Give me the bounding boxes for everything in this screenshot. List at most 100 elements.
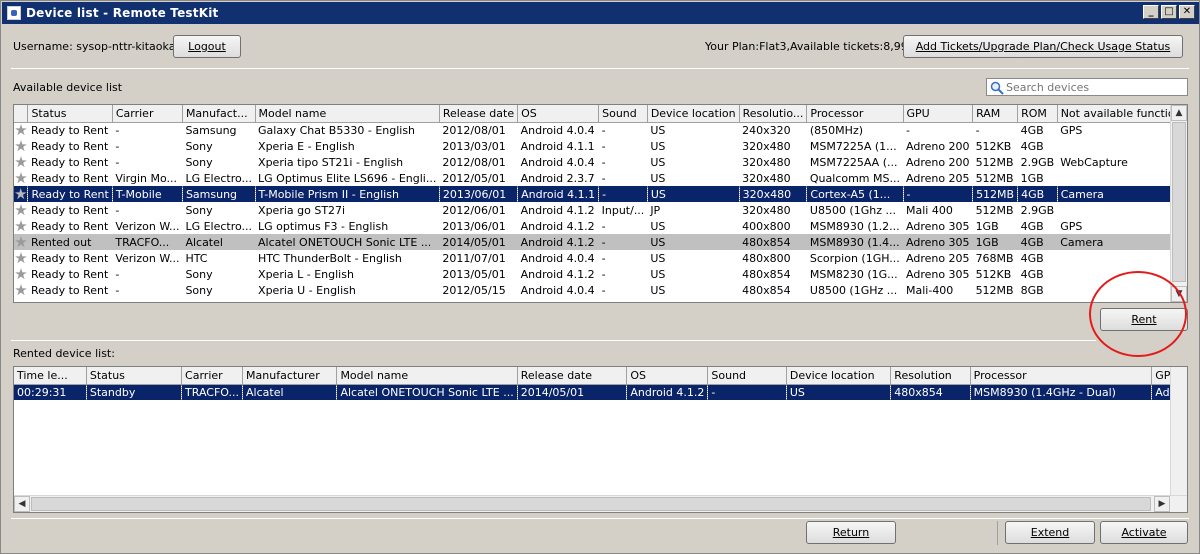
table-cell: Mali-400 xyxy=(906,283,954,297)
scroll-thumb[interactable] xyxy=(1172,122,1186,282)
available-column-header[interactable]: Sound xyxy=(598,105,648,123)
logout-button[interactable]: Logout xyxy=(173,35,241,58)
return-button[interactable]: Return xyxy=(806,521,896,544)
device-row[interactable]: ★ Ready to Rent - Samsung Galaxy Chat B5330 … xyxy=(14,122,1187,138)
extend-button[interactable]: Extend xyxy=(1005,521,1095,544)
favorite-star-icon[interactable]: ★ xyxy=(14,234,28,250)
highlight-circle xyxy=(1089,271,1187,357)
table-cell: Samsung xyxy=(185,123,237,137)
table-cell: JP xyxy=(650,203,661,217)
table-cell: (850MHz) xyxy=(809,123,864,137)
add-tickets-label: Add Tickets/Upgrade Plan/Check Usage Sta… xyxy=(915,40,1171,53)
table-cell: 4GB xyxy=(1020,267,1044,281)
available-column-header[interactable]: Model name xyxy=(255,105,440,123)
available-column-header[interactable]: Device location xyxy=(647,105,740,123)
device-row[interactable]: ★ Ready to Rent T-Mobile Samsung T-Mobile Pr… xyxy=(14,186,1187,202)
rented-device-row[interactable]: 00:29:31 Standby TRACFO... Alcatel Alcatel O… xyxy=(14,384,1187,400)
rented-column-header[interactable]: OS xyxy=(626,367,709,385)
rented-column-header[interactable]: Carrier xyxy=(181,367,244,385)
favorite-star-icon[interactable]: ★ xyxy=(14,266,28,282)
available-column-header[interactable]: Release date xyxy=(439,105,519,123)
table-cell: 768MB xyxy=(975,251,1014,265)
favorite-star-icon[interactable]: ★ xyxy=(14,202,28,218)
device-row[interactable]: ★ Ready to Rent Verizon W... HTC HTC Thunder… xyxy=(14,250,1187,266)
device-row[interactable]: ★ Ready to Rent - Sony Xperia tipo ST21i - E… xyxy=(14,154,1187,170)
favorite-star-icon[interactable]: ★ xyxy=(14,170,28,186)
table-cell: 512MB xyxy=(975,171,1014,185)
title-bar[interactable]: Device list - Remote TestKit _ □ ✕ xyxy=(2,2,1199,24)
activate-label: Activate xyxy=(1121,526,1167,539)
available-column-header[interactable]: Processor xyxy=(806,105,904,123)
favorite-star-icon[interactable]: ★ xyxy=(14,186,29,202)
table-cell: 4GB xyxy=(1020,123,1044,137)
rented-column-header[interactable]: Device location xyxy=(786,367,892,385)
table-cell: 320x480 xyxy=(742,155,791,169)
table-cell: US xyxy=(650,219,666,233)
table-cell: Scorpion (1GH... xyxy=(809,251,900,265)
rented-device-table[interactable]: Time le... Status Carrier Manufacturer Model… xyxy=(13,366,1188,513)
favorite-star-icon[interactable]: ★ xyxy=(14,250,28,266)
scroll-right-icon[interactable]: ▶ xyxy=(1154,496,1170,512)
available-column-header[interactable]: Not available functions xyxy=(1057,105,1187,123)
available-column-header[interactable]: RAM xyxy=(972,105,1019,123)
table-cell: - xyxy=(598,234,648,250)
minimize-icon[interactable]: _ xyxy=(1143,5,1159,19)
table-cell: US xyxy=(650,155,666,169)
scroll-up-icon[interactable]: ▲ xyxy=(1171,105,1187,121)
table-cell: Adreno 305 xyxy=(906,267,970,281)
table-cell: U8500 (1GHz ... xyxy=(809,283,898,297)
available-column-header[interactable] xyxy=(14,105,29,123)
rented-column-header[interactable]: Release date xyxy=(517,367,628,385)
search-input[interactable] xyxy=(1006,80,1184,94)
horizontal-scroll-thumb[interactable] xyxy=(31,497,1151,511)
available-column-header[interactable]: GPU xyxy=(903,105,974,123)
device-row[interactable]: ★ Ready to Rent - Sony Xperia L - English 201… xyxy=(14,266,1187,282)
available-device-table[interactable]: Status Carrier Manufact... Model name Releas… xyxy=(13,104,1188,303)
rented-column-header[interactable]: Processor xyxy=(970,367,1153,385)
table-cell: - xyxy=(903,186,974,202)
table-cell: 2012/08/01 xyxy=(442,123,506,137)
table-cell: - xyxy=(115,267,120,281)
rented-column-header[interactable]: Resolution xyxy=(890,367,971,385)
table-cell: Adreno 205 xyxy=(906,251,970,265)
device-row[interactable]: ★ Ready to Rent Verizon W... LG Electro... L… xyxy=(14,218,1187,234)
device-row[interactable]: ★ Ready to Rent - Sony Xperia go ST27i 2012/0… xyxy=(14,202,1187,218)
device-row[interactable]: ★ Ready to Rent Virgin Mo... LG Electro... L… xyxy=(14,170,1187,186)
available-column-header[interactable]: Resolutio... xyxy=(739,105,808,123)
close-icon[interactable]: ✕ xyxy=(1179,5,1195,19)
available-column-header[interactable]: Manufact... xyxy=(182,105,256,123)
rented-column-header[interactable]: Model name xyxy=(336,367,518,385)
table-cell: Adreno 305 xyxy=(906,219,970,233)
header-divider xyxy=(11,68,1189,69)
activate-button[interactable]: Activate xyxy=(1100,521,1188,544)
available-scrollbar[interactable]: ▲ ▼ xyxy=(1170,105,1187,302)
table-cell: Adreno 200 xyxy=(906,155,970,169)
favorite-star-icon[interactable]: ★ xyxy=(14,154,28,170)
favorite-star-icon[interactable]: ★ xyxy=(14,218,28,234)
available-column-header[interactable]: ROM xyxy=(1017,105,1058,123)
rented-horizontal-scrollbar[interactable]: ◀ ▶ xyxy=(14,495,1187,512)
table-cell: Android 2.3.7 xyxy=(520,171,595,185)
device-row[interactable]: ★ Rented out TRACFO... Alcatel Alcatel ONETO… xyxy=(14,234,1187,250)
rented-column-header[interactable]: Sound xyxy=(707,367,787,385)
scroll-left-icon[interactable]: ◀ xyxy=(14,496,30,512)
available-column-header[interactable]: Carrier xyxy=(112,105,183,123)
device-row[interactable]: ★ Ready to Rent - Sony Xperia U - English 201… xyxy=(14,282,1187,298)
favorite-star-icon[interactable]: ★ xyxy=(14,282,28,298)
device-row[interactable]: ★ Ready to Rent - Sony Xperia E - English 201… xyxy=(14,138,1187,154)
rented-column-header[interactable]: Manufacturer xyxy=(242,367,338,385)
favorite-star-icon[interactable]: ★ xyxy=(14,122,28,138)
available-column-header[interactable]: Status xyxy=(27,105,113,123)
rented-column-header[interactable]: Time le... xyxy=(14,367,87,385)
available-column-header[interactable]: OS xyxy=(517,105,600,123)
table-cell: WebCapture xyxy=(1060,155,1128,169)
button-separator xyxy=(997,521,998,545)
maximize-icon[interactable]: □ xyxy=(1161,5,1177,19)
favorite-star-icon[interactable]: ★ xyxy=(14,138,28,154)
table-cell: Android 4.1.1 xyxy=(517,186,600,202)
rented-column-header[interactable]: Status xyxy=(86,367,183,385)
rented-vertical-scrollbar[interactable] xyxy=(1170,367,1187,495)
available-table-body: ★ Ready to Rent - Samsung Galaxy Chat B5330 … xyxy=(14,122,1187,298)
search-box[interactable] xyxy=(986,78,1188,96)
add-tickets-button[interactable]: Add Tickets/Upgrade Plan/Check Usage Sta… xyxy=(903,35,1183,58)
